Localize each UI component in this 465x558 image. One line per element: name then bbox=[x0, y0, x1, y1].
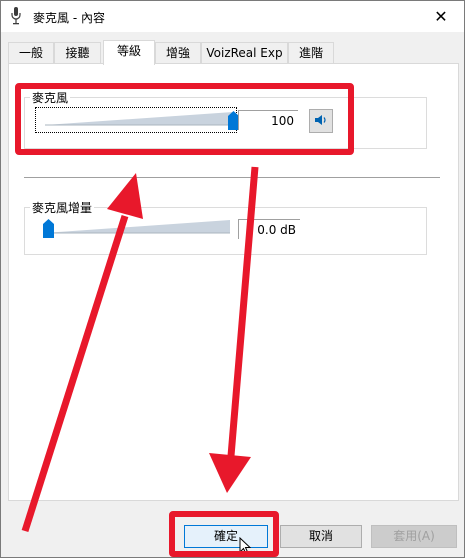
tab-levels[interactable]: 等級 bbox=[103, 40, 155, 65]
tab-general[interactable]: 一般 bbox=[8, 42, 54, 64]
tab-enhancements[interactable]: 增強 bbox=[155, 42, 201, 64]
microphone-slider[interactable] bbox=[35, 107, 239, 133]
ok-button[interactable]: 確定 bbox=[184, 525, 268, 548]
cancel-button[interactable]: 取消 bbox=[280, 525, 362, 548]
microphone-icon bbox=[11, 7, 21, 25]
microphone-slider-track bbox=[45, 112, 233, 126]
microphone-boost-slider[interactable] bbox=[37, 215, 231, 241]
speaker-icon bbox=[314, 113, 328, 130]
tab-voizreal-exp[interactable]: VoizReal Exp bbox=[201, 42, 288, 64]
apply-button: 套用(A) bbox=[371, 525, 457, 548]
properties-window: 麥克風 - 內容 ✕ 一般 接聽 等級 增強 VoizReal Exp 進階 麥… bbox=[0, 0, 465, 558]
window-title: 麥克風 - 內容 bbox=[33, 11, 105, 25]
mute-button[interactable] bbox=[309, 109, 333, 133]
tab-listen[interactable]: 接聽 bbox=[54, 42, 101, 64]
microphone-boost-value: 0.0 dB bbox=[238, 219, 300, 239]
separator bbox=[24, 177, 440, 178]
microphone-boost-slider-track bbox=[44, 220, 230, 234]
tab-advanced[interactable]: 進階 bbox=[288, 42, 334, 64]
close-icon: ✕ bbox=[434, 7, 448, 26]
microphone-boost-slider-thumb[interactable] bbox=[43, 219, 54, 238]
close-button[interactable]: ✕ bbox=[418, 1, 464, 32]
microphone-label: 麥克風 bbox=[30, 89, 71, 106]
tab-strip: 一般 接聽 等級 增強 VoizReal Exp 進階 bbox=[8, 40, 458, 65]
cursor-icon bbox=[239, 537, 251, 555]
microphone-value: 100 bbox=[238, 110, 298, 130]
microphone-boost-label: 麥克風增量 bbox=[30, 199, 95, 216]
title-bar: 麥克風 - 內容 ✕ bbox=[1, 1, 464, 32]
